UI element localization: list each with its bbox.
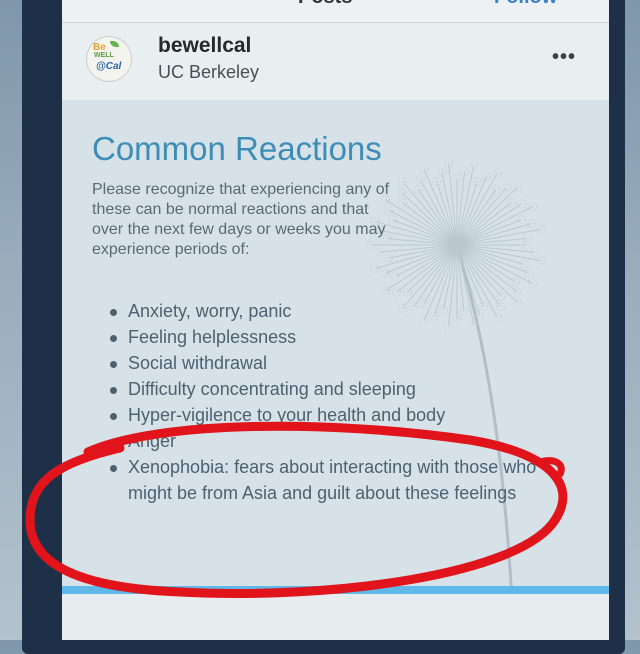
bullet-dot [110,465,117,472]
bullet-dot [110,361,117,368]
list-item: Xenophobia: fears about interacting with… [110,454,580,506]
bullet-dot [110,309,117,316]
more-options-icon[interactable]: ••• [552,46,576,69]
list-item: Hyper-vigilence to your health and body [110,402,580,428]
accent-strip [62,586,609,594]
list-item: Anxiety, worry, panic [110,298,580,324]
list-item-text: Feeling helplessness [128,327,297,347]
list-item-text: Xenophobia: fears about interacting with… [128,457,537,503]
reactions-list: Anxiety, worry, panic Feeling helplessne… [110,298,580,506]
top-bar: Posts Follow [62,0,609,23]
avatar-text-2: WELL [94,52,114,59]
list-item: Difficulty concentrating and sleeping [110,376,580,402]
list-item: Social withdrawal [110,350,580,376]
list-item-text: Anger [128,431,177,451]
bullet-dot [110,387,117,394]
list-item: Anger [110,428,580,454]
post-title: Common Reactions [92,130,382,167]
list-item-text: Difficulty concentrating and sleeping [128,379,416,399]
list-item-text: Hyper-vigilence to your health and body [128,405,446,425]
list-item-text: Anxiety, worry, panic [128,301,292,321]
post-intro: Please recognize that experiencing any o… [92,181,390,258]
avatar[interactable]: Be WELL @Cal [86,36,132,82]
avatar-text-3: @Cal [96,61,122,72]
bullet-dot [110,439,117,446]
bullet-dot [110,413,117,420]
app-screen: Posts Follow Be WELL @Cal bewellcal UC B… [62,0,609,640]
post-footer [62,594,609,640]
location-link[interactable]: UC Berkeley [158,62,259,83]
bullet-dot [110,335,117,342]
follow-button[interactable]: Follow [494,0,557,9]
list-item: Feeling helplessness [110,324,580,350]
post-image[interactable]: Common Reactions Please recognize that e… [62,100,609,620]
username-link[interactable]: bewellcal [158,34,251,58]
page-title: Posts [298,0,352,9]
post-header: Be WELL @Cal bewellcal UC Berkeley ••• [62,22,609,98]
list-item-text: Social withdrawal [128,353,268,373]
leaf-icon [110,41,119,47]
